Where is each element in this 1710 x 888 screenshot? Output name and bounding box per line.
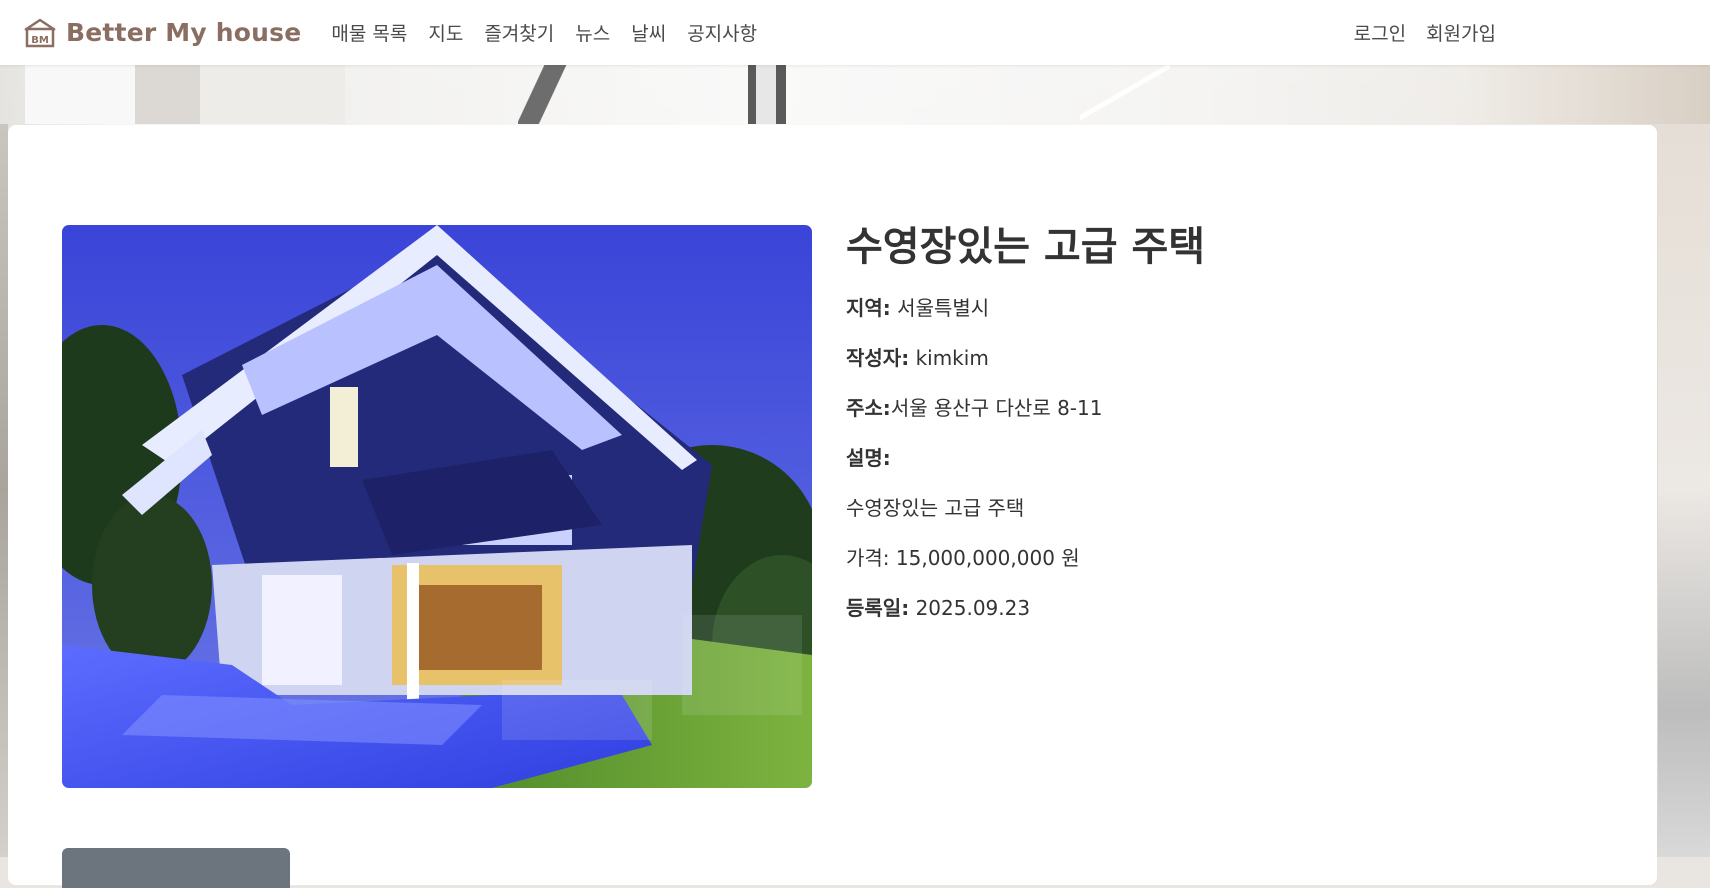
- region-row: 지역: 서울특별시: [846, 293, 1626, 323]
- description-row: 설명:: [846, 443, 1626, 473]
- author-value: kimkim: [915, 346, 989, 370]
- brand-link[interactable]: BM Better My house: [22, 17, 301, 49]
- description-text: 수영장있는 고급 주택: [846, 496, 1025, 520]
- nav-item-weather[interactable]: 날씨: [631, 19, 666, 46]
- nav-links: 매물 목록 지도 즐겨찾기 뉴스 날씨 공지사항: [331, 19, 778, 46]
- price-text: 가격: 15,000,000,000 원: [846, 546, 1080, 570]
- house-photo-image: [62, 225, 812, 788]
- nav-item-listings[interactable]: 매물 목록: [331, 19, 407, 46]
- listing-photo[interactable]: [62, 225, 812, 788]
- listing-info: 수영장있는 고급 주택 지역: 서울특별시 작성자: kimkim 주소:서울 …: [846, 221, 1626, 643]
- nav-item-favorites[interactable]: 즐겨찾기: [484, 19, 554, 46]
- signup-link[interactable]: 회원가입: [1426, 19, 1496, 46]
- navbar: BM Better My house 매물 목록 지도 즐겨찾기 뉴스 날씨 공…: [0, 0, 1710, 65]
- description-label: 설명:: [846, 446, 891, 470]
- date-value: 2025.09.23: [915, 596, 1031, 620]
- back-to-list-button[interactable]: [62, 848, 290, 888]
- nav-item-notices[interactable]: 공지사항: [687, 19, 757, 46]
- nav-item-map[interactable]: 지도: [428, 19, 463, 46]
- address-value: 서울 용산구 다산로 8-11: [890, 396, 1103, 420]
- date-label: 등록일:: [846, 596, 910, 620]
- listing-detail-card: 수영장있는 고급 주택 지역: 서울특별시 작성자: kimkim 주소:서울 …: [8, 125, 1657, 888]
- author-label: 작성자:: [846, 346, 910, 370]
- region-value: 서울특별시: [897, 296, 990, 320]
- login-link[interactable]: 로그인: [1354, 19, 1406, 46]
- nav-auth: 로그인 회원가입: [1334, 0, 1496, 65]
- svg-text:BM: BM: [31, 35, 49, 46]
- nav-item-news[interactable]: 뉴스: [575, 19, 610, 46]
- listing-title: 수영장있는 고급 주택: [846, 224, 1206, 270]
- date-row: 등록일: 2025.09.23: [846, 593, 1626, 623]
- author-row: 작성자: kimkim: [846, 343, 1626, 373]
- address-row: 주소:서울 용산구 다산로 8-11: [846, 393, 1626, 423]
- address-label: 주소:: [846, 396, 891, 420]
- region-label: 지역:: [846, 296, 891, 320]
- brand-name: Better My house: [66, 18, 302, 47]
- house-logo-icon: BM: [24, 18, 56, 47]
